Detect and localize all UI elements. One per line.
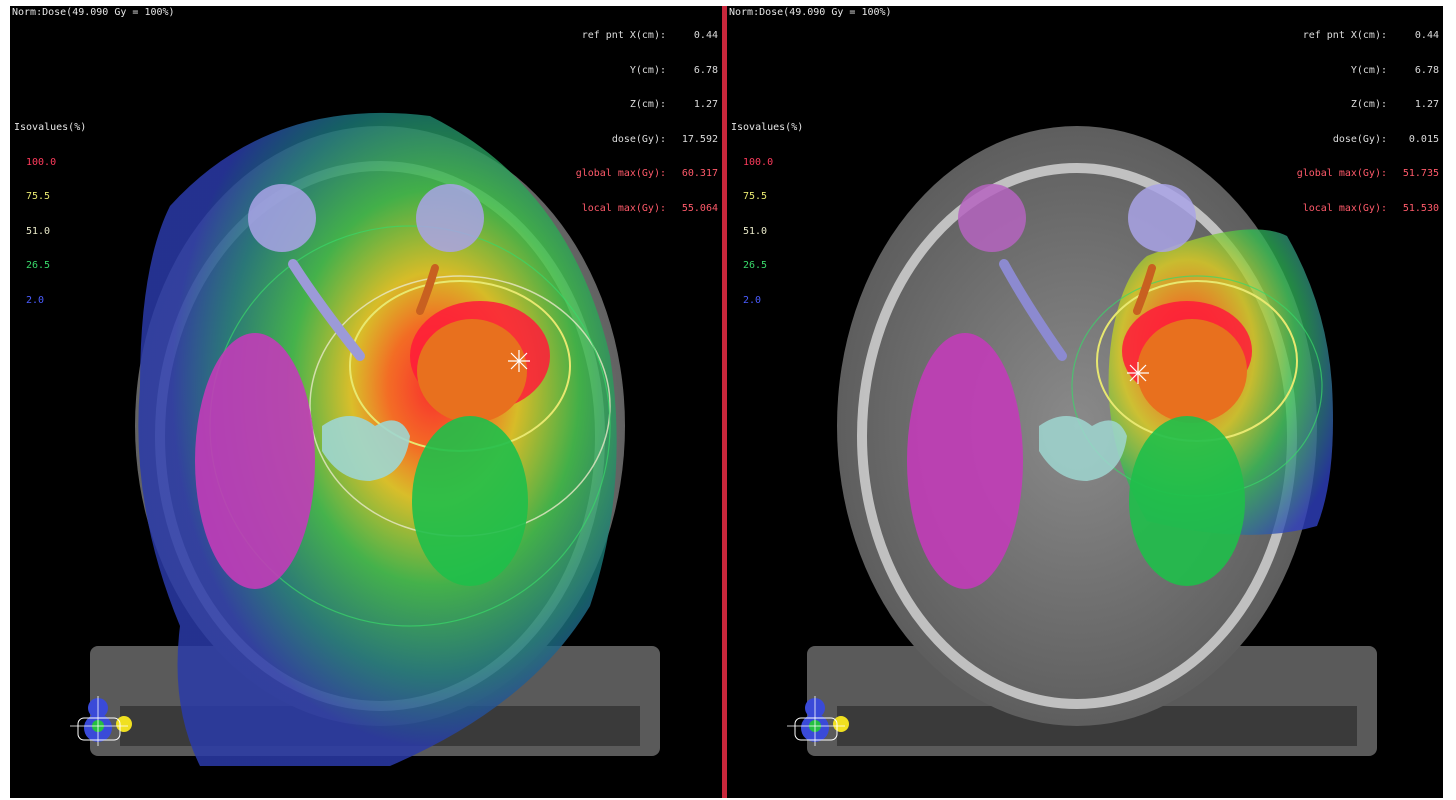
ptv-structure [1137, 319, 1247, 423]
right-eye [416, 184, 484, 252]
readout-row-z: Z(cm): 1.27 [629, 99, 718, 110]
left-eye [248, 184, 316, 252]
isovalue-legend: Isovalues(%) 100.0 75.5 51.0 26.5 2.0 [731, 99, 803, 329]
ptv-structure [417, 319, 527, 423]
legend-item-2: 2.0 [26, 294, 45, 306]
left-temporal-lobe [195, 333, 315, 589]
readout-row-y: Y(cm): 6.78 [1350, 64, 1439, 76]
crosshair-icon[interactable] [508, 350, 530, 372]
readout-row-z: Z(cm): 1.27 [1350, 99, 1439, 110]
isovalue-legend: Isovalues(%) 100.0 75.5 51.0 26.5 2.0 [14, 99, 86, 329]
left-temporal-lobe [907, 333, 1023, 589]
legend-item-26: 26.5 [743, 260, 768, 271]
left-dose-viewport[interactable]: Norm:Dose(49.090 Gy = 100%) ref pnt X(cm… [10, 6, 722, 798]
norm-dose-label: Norm:Dose(49.090 Gy = 100%) [12, 7, 175, 18]
crosshair-icon[interactable] [1127, 362, 1149, 384]
legend-item-75: 75.5 [743, 191, 768, 202]
dose-comparison-app: Norm:Dose(49.090 Gy = 100%) ref pnt X(cm… [0, 0, 1456, 800]
readout-global-max: global max(Gy): 51.735 [1296, 168, 1439, 179]
legend-item-75: 75.5 [26, 191, 51, 202]
ref-point-readout: ref pnt X(cm): 0.44 Y(cm): 6.78 Z(cm): 1.27… [1297, 7, 1439, 237]
right-temporal-structure [412, 416, 528, 586]
legend-item-26: 26.5 [26, 260, 51, 271]
readout-local-max: local max(Gy): 51.530 [1302, 202, 1439, 214]
legend-item-2: 2.0 [743, 294, 762, 306]
readout-row-y: Y(cm): 6.78 [629, 64, 718, 76]
legend-title: Isovalues(%) [731, 122, 804, 133]
readout-row-dose: dose(Gy): 0.015 [1332, 133, 1439, 145]
right-eye [1128, 184, 1196, 252]
legend-title: Isovalues(%) [14, 122, 87, 133]
legend-item-51: 51.0 [26, 225, 51, 237]
readout-row-x: ref pnt X(cm): 0.44 [581, 30, 718, 41]
readout-row-x: ref pnt X(cm): 0.44 [1302, 30, 1439, 41]
legend-item-100: 100.0 [26, 156, 57, 168]
left-eye [958, 184, 1026, 252]
legend-item-51: 51.0 [743, 225, 768, 237]
right-dose-viewport[interactable]: Norm:Dose(49.090 Gy = 100%) ref pnt X(cm… [727, 6, 1443, 798]
readout-row-dose: dose(Gy): 17.592 [611, 133, 718, 145]
right-temporal-structure [1129, 416, 1245, 586]
ref-point-readout: ref pnt X(cm): 0.44 Y(cm): 6.78 Z(cm): 1.27… [576, 7, 718, 237]
legend-item-100: 100.0 [743, 156, 774, 168]
norm-dose-label: Norm:Dose(49.090 Gy = 100%) [729, 7, 892, 18]
readout-global-max: global max(Gy): 60.317 [575, 168, 718, 179]
readout-local-max: local max(Gy): 55.064 [581, 202, 718, 214]
